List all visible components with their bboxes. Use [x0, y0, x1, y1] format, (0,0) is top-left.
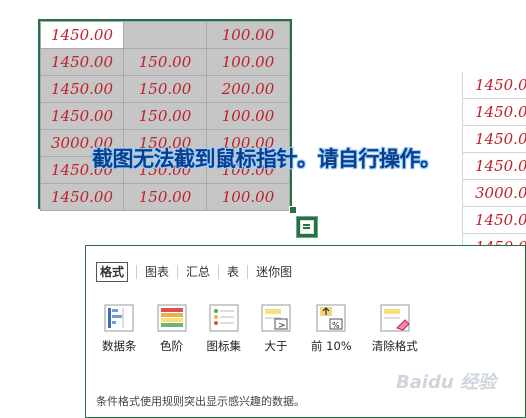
cell[interactable]: 200.00	[206, 75, 290, 103]
cell[interactable]: 1450.00	[40, 48, 124, 76]
tool-label: 色阶	[160, 339, 183, 353]
cell[interactable]: 100.00	[206, 48, 290, 76]
top-10-percent-button[interactable]: % 前 10%	[311, 304, 352, 354]
tab-charts[interactable]: 图表	[137, 263, 177, 281]
screenshot-notice: 截图无法截到鼠标指针。请自行操作。	[92, 147, 441, 171]
cell[interactable]: 1450.00	[462, 153, 526, 180]
cell[interactable]: 1450.00	[462, 72, 526, 99]
panel-hint: 条件格式使用规则突出显示感兴趣的数据。	[96, 395, 305, 408]
cell[interactable]: 1450.00	[462, 126, 526, 153]
format-tools: 数据条 色阶 图标集 > 大于 % 前 10% 清除格式	[102, 304, 438, 354]
greater-than-button[interactable]: > 大于	[261, 304, 291, 354]
cell[interactable]: 150.00	[123, 102, 207, 130]
icon-set-icon	[209, 304, 239, 332]
cell[interactable]: 1450.00	[40, 75, 124, 103]
cell[interactable]: 150.00	[123, 75, 207, 103]
svg-text:%: %	[332, 321, 340, 330]
cell[interactable]: 100.00	[206, 21, 290, 49]
data-bars-button[interactable]: 数据条	[102, 304, 137, 354]
quick-analysis-icon	[300, 220, 314, 234]
tool-label: 图标集	[206, 339, 242, 353]
top-10-percent-icon: %	[316, 304, 346, 332]
greater-than-icon: >	[261, 304, 291, 332]
clear-format-button[interactable]: 清除格式	[372, 304, 418, 354]
fill-handle[interactable]	[289, 206, 297, 214]
tab-sparklines[interactable]: 迷你图	[248, 263, 300, 281]
quick-analysis-tabs: 格式 图表 汇总 表 迷你图	[96, 262, 300, 282]
clear-format-icon	[380, 304, 410, 332]
cell[interactable]: 1450.00	[40, 183, 124, 211]
quick-analysis-button[interactable]	[296, 216, 318, 238]
cell[interactable]: 100.00	[206, 183, 290, 211]
tab-format[interactable]: 格式	[96, 262, 129, 282]
right-column: 1450.00 1450.00 1450.00 1450.00 3000.00 …	[462, 72, 526, 261]
tool-label: 清除格式	[371, 339, 418, 353]
tool-label: 大于	[264, 339, 288, 353]
svg-text:>: >	[278, 321, 286, 331]
cell[interactable]: 3000.00	[462, 180, 526, 207]
tool-label: 数据条	[102, 339, 137, 353]
cell[interactable]: 1450.00	[40, 102, 124, 130]
cell[interactable]	[123, 21, 207, 49]
color-scale-button[interactable]: 色阶	[157, 304, 187, 354]
tab-totals[interactable]: 汇总	[178, 263, 218, 281]
data-bars-icon	[104, 304, 134, 332]
cell[interactable]: 150.00	[123, 48, 207, 76]
color-scale-icon	[157, 304, 186, 332]
cell[interactable]: 1450.00	[462, 99, 526, 126]
tab-tables[interactable]: 表	[219, 263, 247, 281]
selected-range[interactable]: 1450.00 100.00 1450.00 150.00 100.00 145…	[38, 19, 292, 211]
cell[interactable]: 1450.00	[40, 21, 124, 49]
icon-set-button[interactable]: 图标集	[206, 304, 242, 354]
watermark: Baidu 经验	[396, 372, 497, 393]
cell[interactable]: 1450.00	[462, 207, 526, 234]
cell[interactable]: 100.00	[206, 102, 290, 130]
tool-label: 前 10%	[311, 339, 352, 353]
cell[interactable]: 150.00	[123, 183, 207, 211]
